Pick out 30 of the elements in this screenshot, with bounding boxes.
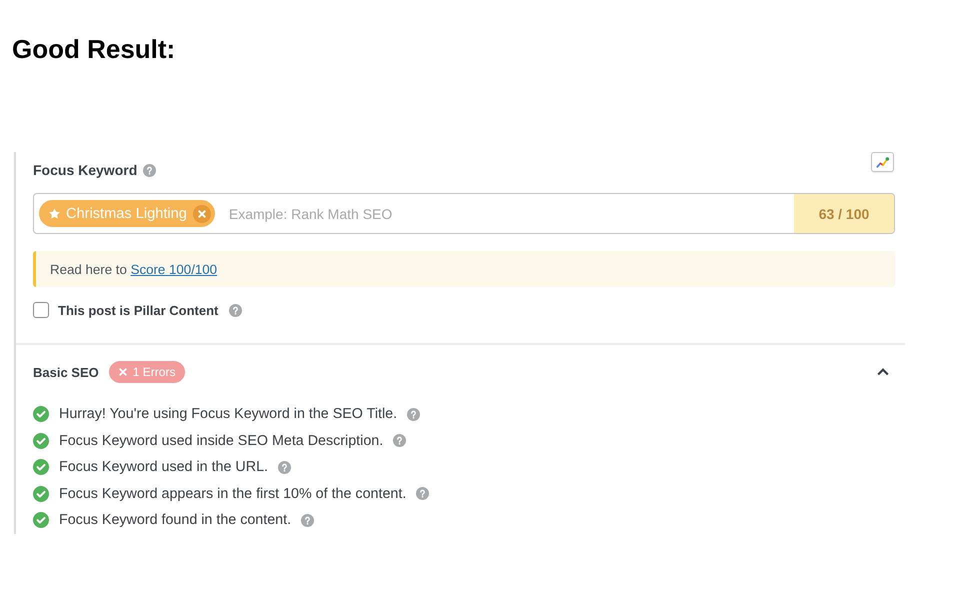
help-icon[interactable]: [278, 460, 291, 474]
test-result: Hurray! You're using Focus Keyword in the SEO Title.: [59, 406, 398, 422]
line-chart-icon: [876, 156, 890, 168]
pillar-checkbox[interactable]: [33, 302, 49, 318]
error-count: 1 Errors: [132, 365, 176, 379]
help-icon[interactable]: [229, 304, 242, 316]
seo-score: 63 / 100: [794, 194, 894, 233]
keyword-input[interactable]: Example: Rank Math SEO: [214, 194, 794, 233]
keyword-text: Christmas Lighting: [66, 204, 187, 222]
help-icon[interactable]: [301, 514, 314, 527]
cross-icon: [118, 368, 127, 376]
test-result: Focus Keyword used in the URL.: [59, 459, 268, 476]
test-result: Focus Keyword found in the content.: [59, 512, 292, 528]
help-icon[interactable]: [407, 408, 420, 421]
chevron-up-icon[interactable]: [877, 368, 889, 376]
checkbox-label: This post is Pillar Content: [58, 302, 218, 318]
help-icon[interactable]: [416, 487, 430, 500]
star-icon: [49, 208, 60, 219]
test-result: Focus Keyword used inside SEO Meta Description.: [59, 432, 384, 449]
page-heading: Good Result:: [12, 34, 176, 64]
test-result: Focus Keyword appears in the first 10% of the content.: [59, 486, 406, 502]
close-icon[interactable]: [192, 204, 211, 222]
help-icon[interactable]: [393, 434, 406, 448]
field-label: Focus Keyword: [33, 161, 138, 179]
score-link[interactable]: Score 100/100: [130, 262, 218, 276]
section-title: Basic SEO: [33, 364, 99, 380]
focus-keyword-field[interactable]: Christmas Lighting Example: Rank Math SEO 63 / 100: [33, 193, 895, 234]
help-icon[interactable]: [143, 164, 156, 176]
trends-button[interactable]: [871, 152, 894, 172]
notice-text: Read here to Score 100/100: [50, 262, 218, 276]
